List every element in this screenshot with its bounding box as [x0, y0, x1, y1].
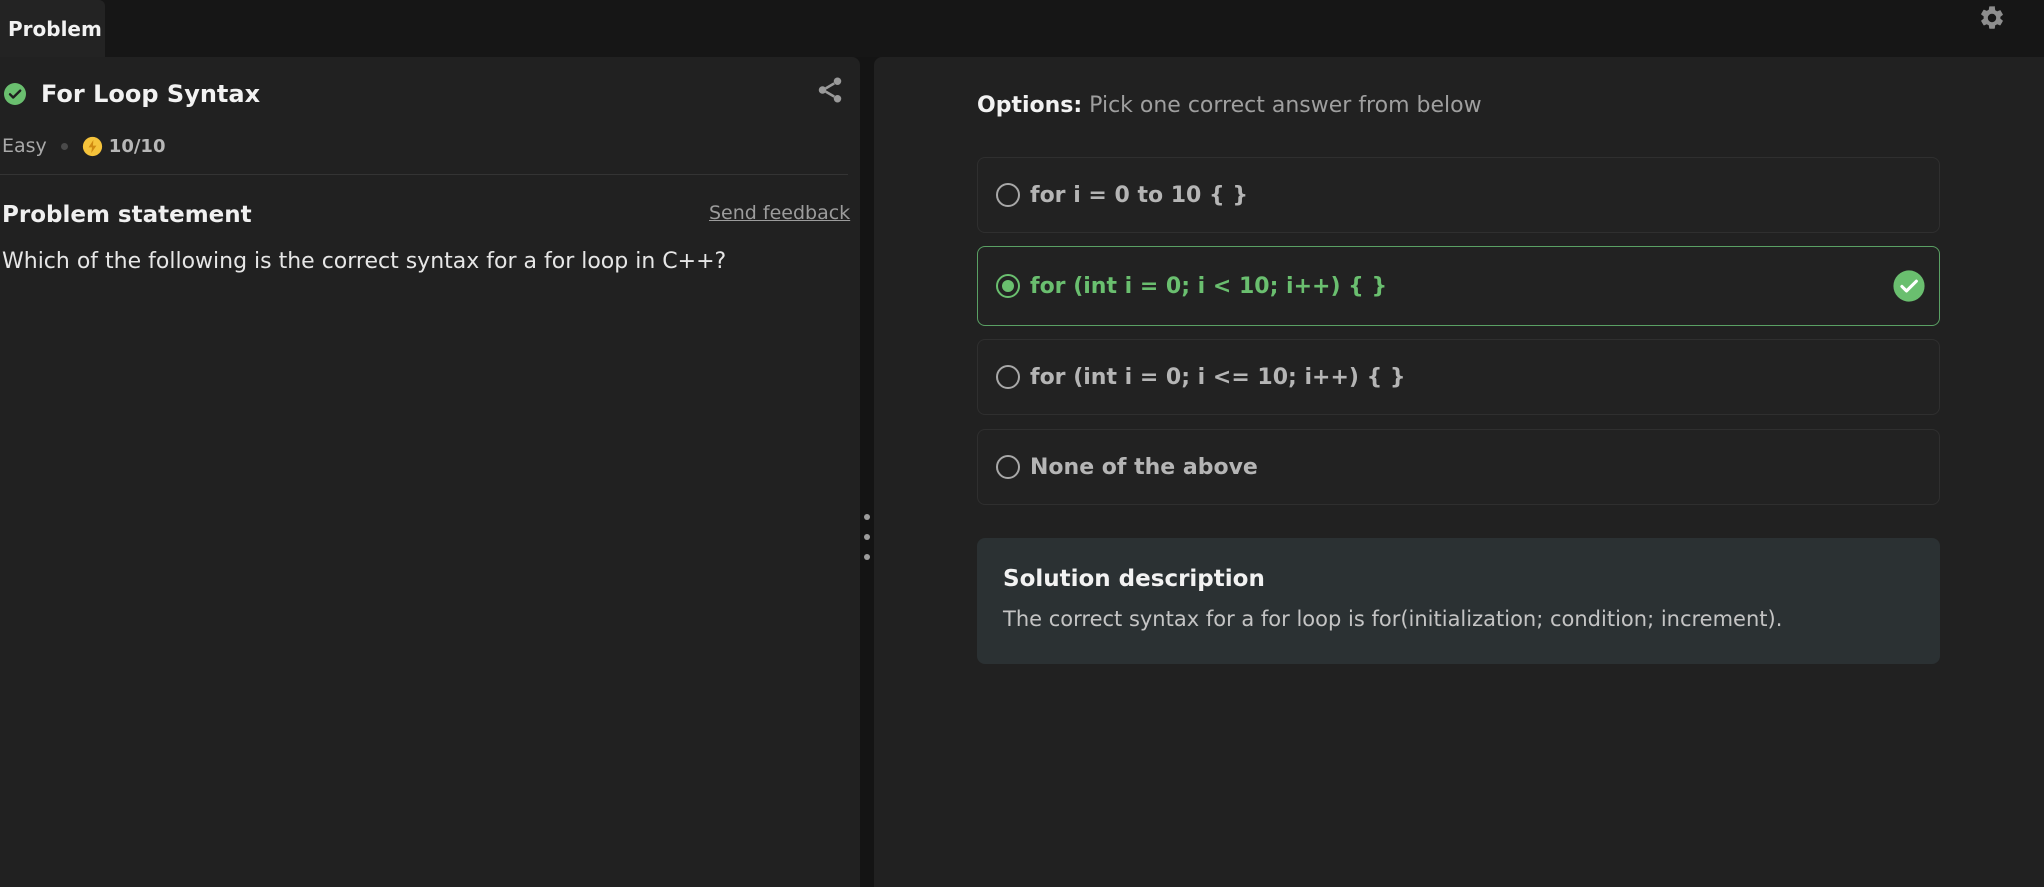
meta-separator — [60, 142, 68, 150]
option-label: for (int i = 0; i < 10; i++) { } — [1030, 273, 1388, 299]
option-label: for (int i = 0; i <= 10; i++) { } — [1030, 364, 1406, 390]
solved-check-icon — [4, 83, 26, 105]
options-heading-label: Options: — [977, 93, 1083, 118]
resize-dot — [864, 554, 870, 560]
statement-heading: Problem statement — [2, 202, 252, 228]
title-row: For Loop Syntax — [0, 77, 860, 113]
option-4[interactable]: None of the above — [977, 429, 1940, 505]
radio-button[interactable] — [996, 455, 1020, 479]
bolt-icon — [82, 136, 102, 156]
share-icon[interactable] — [815, 75, 845, 105]
options-heading: Options: Pick one correct answer from be… — [977, 93, 1482, 118]
question-text: Which of the following is the correct sy… — [2, 249, 727, 274]
radio-button[interactable] — [996, 183, 1020, 207]
option-2[interactable]: for (int i = 0; i < 10; i++) { } — [977, 246, 1940, 326]
problem-title: For Loop Syntax — [41, 80, 261, 108]
radio-button[interactable] — [996, 365, 1020, 389]
correct-check-icon — [1893, 270, 1925, 302]
score-label: 10/10 — [108, 135, 166, 157]
gear-icon[interactable] — [1978, 4, 2006, 32]
options-panel: Options: Pick one correct answer from be… — [874, 57, 2044, 887]
panel-resize-handle[interactable] — [860, 57, 874, 887]
solution-heading: Solution description — [1003, 566, 1265, 592]
radio-button-selected[interactable] — [996, 274, 1020, 298]
radio-dot — [1002, 280, 1014, 292]
option-1[interactable]: for i = 0 to 10 { } — [977, 157, 1940, 233]
option-label: for i = 0 to 10 { } — [1030, 182, 1249, 208]
resize-dot — [864, 514, 870, 520]
resize-dot — [864, 534, 870, 540]
problem-meta: Easy 10/10 — [2, 132, 165, 160]
tab-problem-label: Problem — [8, 16, 102, 41]
difficulty-label: Easy — [2, 135, 47, 157]
solution-card: Solution description The correct syntax … — [977, 538, 1940, 664]
option-label: None of the above — [1030, 454, 1258, 480]
tab-problem[interactable]: Problem — [0, 0, 105, 57]
option-3[interactable]: for (int i = 0; i <= 10; i++) { } — [977, 339, 1940, 415]
options-heading-sub: Pick one correct answer from below — [1082, 93, 1482, 118]
problem-panel: For Loop Syntax Easy 10/10 Problem state… — [0, 57, 860, 887]
top-bar: Problem — [0, 0, 2044, 57]
solution-text: The correct syntax for a for loop is for… — [1003, 607, 1783, 631]
send-feedback-link[interactable]: Send feedback — [709, 202, 850, 224]
divider — [0, 174, 848, 175]
